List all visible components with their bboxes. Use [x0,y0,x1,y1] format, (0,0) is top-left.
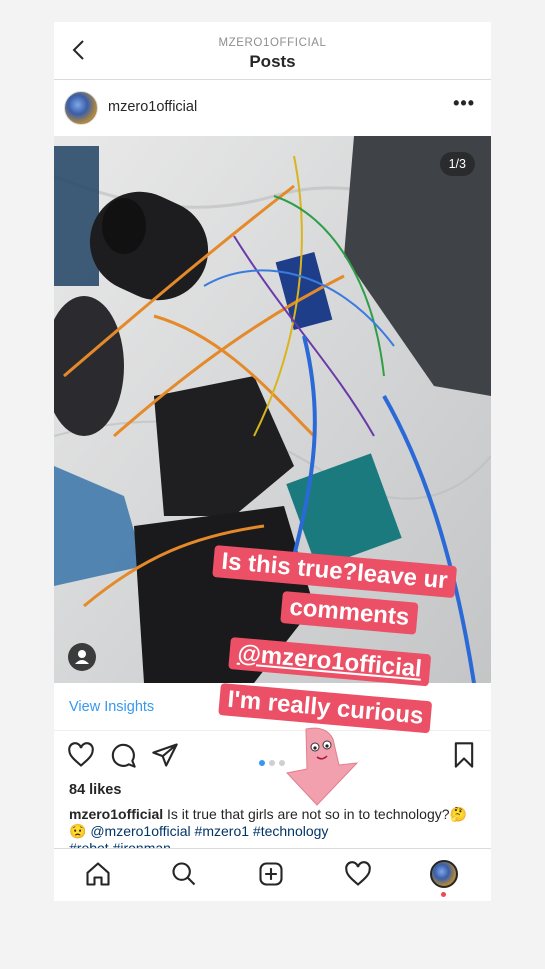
post-header: mzero1official ••• [54,84,491,132]
more-horizontal-icon[interactable]: ••• [453,93,475,114]
view-insights-link[interactable]: View Insights [69,699,154,715]
heart-icon[interactable] [67,741,95,769]
arrow-character-sticker [286,727,359,806]
screen: { "header": {"account_label": "MZERO1OFF… [0,0,545,969]
story-sticker: Is this true?leave ur comments @mzero1of… [212,545,525,845]
page-title: Posts [249,52,296,71]
notification-dot [441,892,446,897]
bottom-tab-bar [54,848,491,901]
post-username[interactable]: mzero1official [108,99,197,115]
add-post-icon[interactable] [257,860,285,888]
like-count[interactable]: 84 likes [69,782,121,798]
activity-heart-icon[interactable] [344,860,372,888]
caption-mention[interactable]: @mzero1official [90,823,190,839]
home-icon[interactable] [84,860,112,888]
sticker-line: Is this true?leave ur [212,545,457,599]
profile-avatar[interactable] [430,860,458,888]
avatar[interactable] [64,91,98,125]
top-navigation: MZERO1OFFICIAL Posts [54,22,491,80]
sticker-mention: @mzero1official [228,637,432,687]
account-label: MZERO1OFFICIAL [218,37,327,49]
caption-username[interactable]: mzero1official [69,806,163,822]
search-icon[interactable] [170,860,198,888]
sticker-line: comments [280,591,419,635]
share-icon[interactable] [151,741,179,769]
image-counter: 1/3 [439,152,475,176]
user-tag-icon[interactable] [68,643,96,671]
sticker-line: I'm really curious [218,683,433,734]
comment-icon[interactable] [109,741,137,769]
